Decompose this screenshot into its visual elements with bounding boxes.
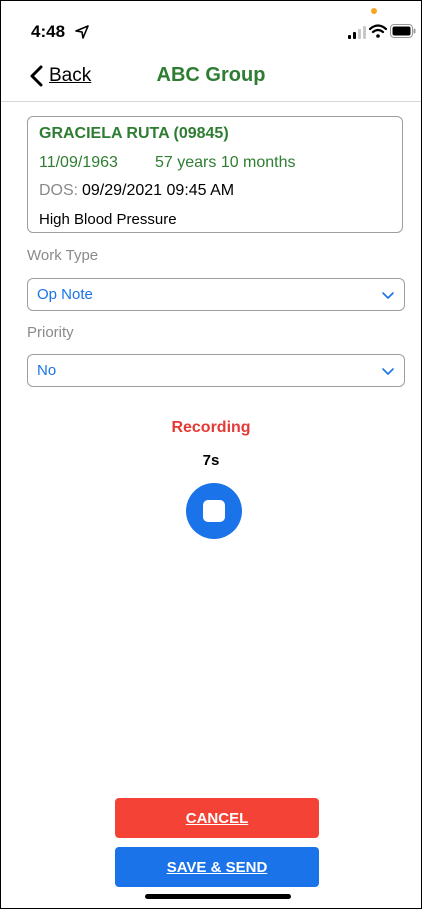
patient-age: 57 years 10 months <box>155 154 296 171</box>
priority-value: No <box>37 362 57 379</box>
status-bar: 4:48 <box>1 1 421 51</box>
save-and-send-button[interactable]: SAVE & SEND <box>115 847 319 887</box>
wifi-icon <box>369 24 387 38</box>
patient-dob: 11/09/1963 <box>39 154 118 171</box>
work-type-value: Op Note <box>37 286 93 303</box>
diagnosis: High Blood Pressure <box>39 211 177 228</box>
microphone-indicator-dot <box>371 8 377 14</box>
patient-card: GRACIELA RUTA (09845) 11/09/1963 57 year… <box>27 116 403 233</box>
location-arrow-icon <box>75 25 89 39</box>
chevron-down-icon <box>382 292 394 299</box>
priority-select[interactable]: No <box>27 354 405 387</box>
priority-label: Priority <box>27 324 74 341</box>
navigation-bar: Back ABC Group <box>1 51 421 102</box>
work-type-label: Work Type <box>27 247 99 264</box>
status-time: 4:48 <box>31 22 66 41</box>
dos-value: 09/29/2021 09:45 AM <box>82 182 235 199</box>
work-type-select[interactable]: Op Note <box>27 278 405 311</box>
stop-recording-button[interactable] <box>186 483 242 539</box>
signal-icon <box>348 26 366 39</box>
patient-name: GRACIELA RUTA (09845) <box>39 125 229 142</box>
chevron-down-icon <box>382 368 394 375</box>
battery-icon <box>390 24 416 38</box>
cancel-button[interactable]: CANCEL <box>115 798 319 838</box>
dos-label: DOS: <box>39 182 79 199</box>
page-title: ABC Group <box>156 64 266 86</box>
home-indicator[interactable] <box>145 894 291 899</box>
recording-timer: 7s <box>202 452 220 469</box>
recording-status: Recording <box>171 419 251 436</box>
app-screen: 4:48 Back ABC Group GRACIELA RUTA (09845… <box>0 0 422 909</box>
stop-icon <box>203 500 225 522</box>
